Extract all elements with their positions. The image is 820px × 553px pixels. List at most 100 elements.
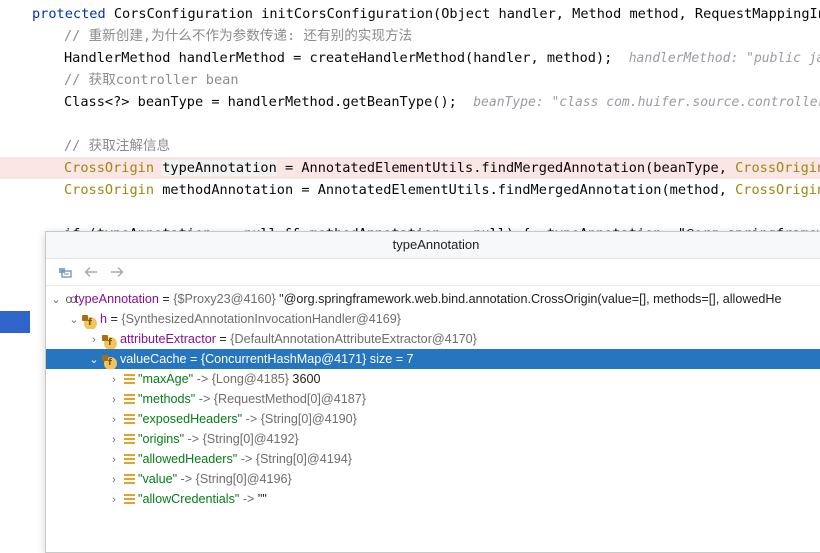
- code-token: // 重新创建,为什么不作为参数传递: 还有别的实现方法: [64, 28, 413, 44]
- object-ref-icon: oo: [65, 292, 77, 306]
- entry-arrow: ->: [195, 392, 214, 406]
- equals-sign: =: [215, 332, 231, 346]
- code-line[interactable]: CrossOrigin methodAnnotation = Annotated…: [0, 179, 820, 201]
- entry-arrow: ->: [239, 492, 258, 506]
- code-line[interactable]: [0, 113, 820, 135]
- popup-toolbar: [46, 259, 820, 286]
- field-icon: f: [81, 315, 97, 329]
- tree-row-attribute-extractor[interactable]: › f attributeExtractor = {DefaultAnnotat…: [46, 329, 820, 349]
- code-line[interactable]: [0, 201, 820, 223]
- pin-icon[interactable]: [54, 262, 76, 282]
- code-line[interactable]: CrossOrigin typeAnnotation = AnnotatedEl…: [0, 157, 820, 179]
- map-entry-icon: [123, 474, 135, 484]
- map-entry-row[interactable]: › "value" -> {String[0]@4196}: [46, 469, 820, 489]
- var-name: attributeExtractor: [120, 332, 216, 346]
- code-token: // 获取controller bean: [64, 72, 239, 88]
- entry-ref: {String[0]@4194}: [255, 452, 352, 466]
- collection-size: size = 7: [366, 352, 414, 366]
- code-line[interactable]: HandlerMethod handlerMethod = createHand…: [0, 47, 820, 69]
- entry-arrow: ->: [242, 412, 261, 426]
- chevron-right-icon[interactable]: ›: [108, 430, 120, 449]
- entry-key: "exposedHeaders": [138, 412, 243, 426]
- map-entry-icon: [123, 494, 135, 504]
- tree-row-type-annotation[interactable]: ⌄ ootypeAnnotation = {$Proxy23@4160} "@o…: [46, 289, 820, 309]
- entry-arrow: ->: [184, 432, 203, 446]
- chevron-down-icon[interactable]: ⌄: [50, 290, 62, 309]
- map-entry-row[interactable]: › "allowedHeaders" -> {String[0]@4194}: [46, 449, 820, 469]
- field-icon: f: [101, 335, 117, 349]
- var-name: h: [100, 312, 108, 326]
- object-ref: {$Proxy23@4160}: [173, 292, 276, 306]
- entry-key: "value": [138, 472, 178, 486]
- map-entry-row[interactable]: › "maxAge" -> {Long@4185} 3600: [46, 369, 820, 389]
- object-ref: {DefaultAnnotationAttributeExtractor@417…: [230, 332, 477, 346]
- chevron-right-icon[interactable]: ›: [88, 330, 100, 349]
- code-token: protected: [32, 6, 114, 22]
- equals-sign: =: [107, 312, 122, 326]
- code-line[interactable]: Class<?> beanType = handlerMethod.getBea…: [0, 91, 820, 113]
- code-token: beanType: "class com.huifer.source.contr…: [473, 95, 820, 110]
- entry-arrow: ->: [193, 372, 212, 386]
- code-token: CorsConfiguration: [113, 6, 262, 22]
- equals-sign: =: [186, 352, 201, 366]
- var-name: valueCache: [120, 352, 187, 366]
- code-token: initCorsConfiguration(Object handler, Me…: [261, 6, 820, 22]
- breakpoint-gutter-marker[interactable]: [0, 311, 30, 333]
- entry-arrow: ->: [237, 452, 256, 466]
- object-ref: {ConcurrentHashMap@4171}: [200, 352, 367, 366]
- map-entry-icon: [123, 394, 135, 404]
- entry-ref: {String[0]@4190}: [260, 412, 357, 426]
- code-line[interactable]: // 重新创建,为什么不作为参数传递: 还有别的实现方法: [0, 25, 820, 47]
- code-token: CrossOrigin: [64, 182, 163, 198]
- code-token: CrossOrigin: [64, 160, 163, 176]
- map-entry-row[interactable]: › "exposedHeaders" -> {String[0]@4190}: [46, 409, 820, 429]
- code-token: // 获取注解信息: [64, 138, 171, 154]
- code-token: HandlerMethod handlerMethod = createHand…: [64, 50, 629, 66]
- map-entry-row[interactable]: › "methods" -> {RequestMethod[0]@4187}: [46, 389, 820, 409]
- object-ref: {SynthesizedAnnotationInvocationHandler@…: [121, 312, 401, 326]
- var-value: "@org.springframework.web.bind.annotatio…: [275, 292, 782, 306]
- chevron-right-icon[interactable]: ›: [108, 410, 120, 429]
- entry-ref: {Long@4185}: [211, 372, 289, 386]
- map-entry-icon: [123, 434, 135, 444]
- entry-arrow: ->: [177, 472, 196, 486]
- map-entry-icon: [123, 374, 135, 384]
- debugger-inspect-popup[interactable]: typeAnnotation ⌄ ootypeAnnotation = {$Pr…: [45, 231, 820, 553]
- entry-value: "": [257, 492, 267, 506]
- entry-key: "allowCredentials": [138, 492, 240, 506]
- chevron-right-icon[interactable]: ›: [108, 450, 120, 469]
- entry-ref: {String[0]@4196}: [195, 472, 292, 486]
- entry-key: "allowedHeaders": [138, 452, 238, 466]
- code-token: handlerMethod: "public jav: [628, 51, 820, 66]
- chevron-down-icon[interactable]: ⌄: [68, 310, 80, 329]
- code-token: Class<?> beanType = handlerMethod.getBea…: [64, 94, 474, 110]
- chevron-right-icon[interactable]: ›: [108, 470, 120, 489]
- entry-value: 3600: [288, 372, 321, 386]
- code-token: = AnnotatedElementUtils.findMergedAnnota…: [276, 160, 736, 176]
- chevron-down-icon[interactable]: ⌄: [88, 350, 100, 369]
- code-token: CrossOrigin.c: [735, 182, 820, 198]
- tree-row-value-cache[interactable]: ⌄ f valueCache = {ConcurrentHashMap@4171…: [46, 349, 820, 369]
- arrow-left-icon[interactable]: [80, 262, 102, 282]
- entry-key: "methods": [138, 392, 196, 406]
- map-entry-row[interactable]: › "allowCredentials" -> "": [46, 489, 820, 509]
- map-entry-icon: [123, 454, 135, 464]
- tree-row-h[interactable]: ⌄ f h = {SynthesizedAnnotationInvocation…: [46, 309, 820, 329]
- arrow-right-icon[interactable]: [106, 262, 128, 282]
- var-name: typeAnnotation: [74, 292, 159, 306]
- chevron-right-icon[interactable]: ›: [108, 370, 120, 389]
- entry-key: "maxAge": [138, 372, 194, 386]
- entry-key: "origins": [138, 432, 185, 446]
- code-line[interactable]: // 获取注解信息: [0, 135, 820, 157]
- chevron-right-icon[interactable]: ›: [108, 490, 120, 509]
- code-token: CrossOrigin.c: [735, 160, 820, 176]
- chevron-right-icon[interactable]: ›: [108, 390, 120, 409]
- code-line[interactable]: // 获取controller bean: [0, 69, 820, 91]
- map-entry-row[interactable]: › "origins" -> {String[0]@4192}: [46, 429, 820, 449]
- popup-title: typeAnnotation: [46, 232, 820, 259]
- map-entry-icon: [123, 414, 135, 424]
- code-token: methodAnnotation = AnnotatedElementUtils…: [162, 182, 736, 198]
- entry-ref: {String[0]@4192}: [202, 432, 299, 446]
- code-token: typeAnnotation: [162, 160, 277, 176]
- code-line[interactable]: protected CorsConfiguration initCorsConf…: [0, 3, 820, 25]
